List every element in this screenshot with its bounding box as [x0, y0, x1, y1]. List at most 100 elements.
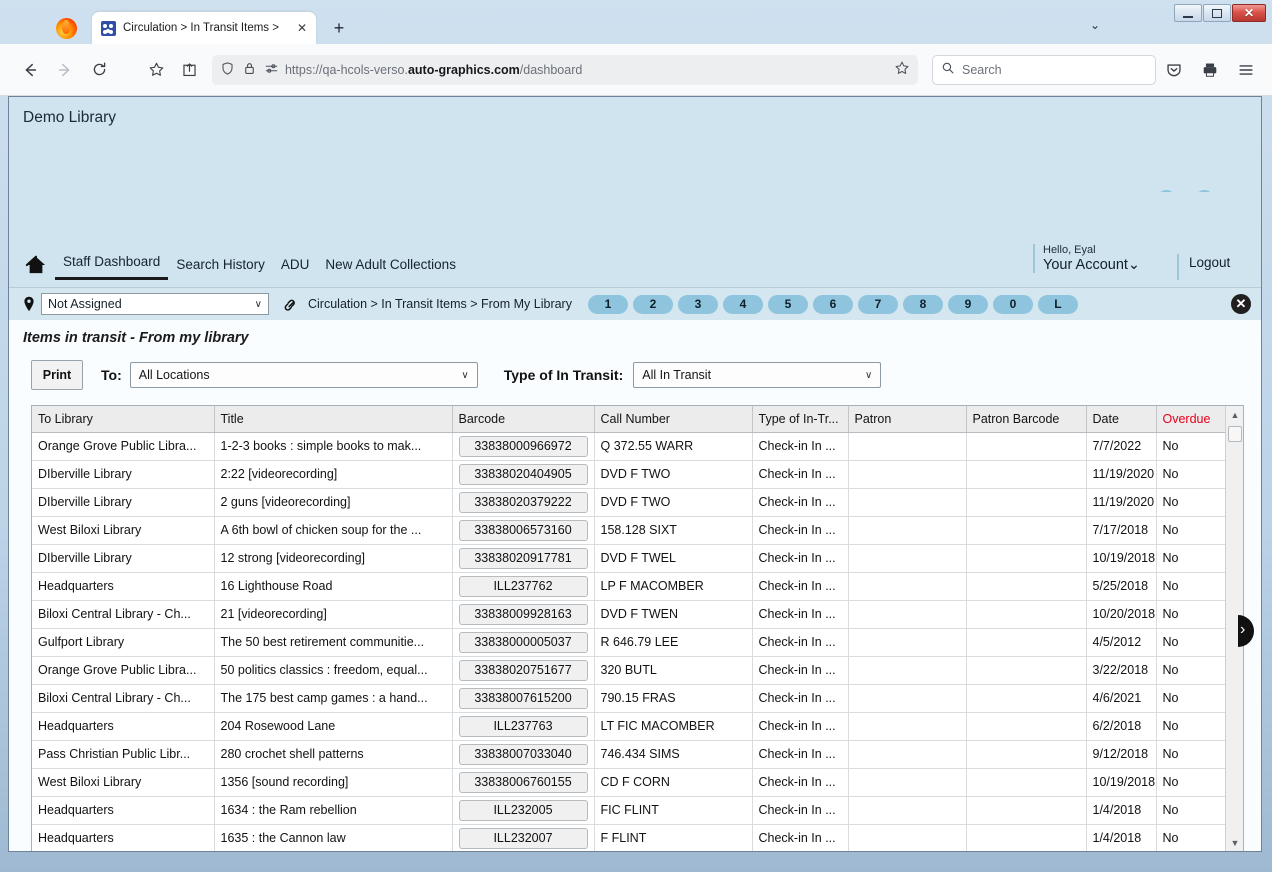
pill-0[interactable]: 0	[992, 294, 1033, 314]
url-bookmark-star-icon[interactable]	[894, 60, 910, 79]
scrollbar-thumb[interactable]	[1228, 426, 1242, 442]
type-of-in-transit-select[interactable]: All In Transit ∨	[633, 362, 882, 388]
barcode-chip[interactable]: ILL232007	[458, 827, 588, 849]
scroll-up-arrow-icon[interactable]: ▲	[1226, 406, 1243, 424]
cell-title: 1635 : the Cannon law	[214, 824, 453, 851]
close-icon[interactable]: ✕	[1231, 294, 1251, 314]
home-icon[interactable]	[23, 252, 49, 278]
logout-block[interactable]: Logout	[1177, 254, 1230, 280]
browser-tab[interactable]: Circulation > In Transit Items > ✕	[92, 12, 316, 44]
barcode-chip[interactable]: 33838020751677	[458, 659, 588, 681]
barcode-chip[interactable]: 33838009928163	[458, 603, 588, 625]
breadcrumb[interactable]: Circulation > In Transit Items > From My…	[308, 297, 572, 311]
col-to-library[interactable]: To Library	[32, 406, 215, 433]
print-icon[interactable]	[1195, 55, 1225, 85]
minimize-button[interactable]	[1174, 4, 1202, 22]
browser-search-bar[interactable]: Search	[931, 54, 1156, 85]
cell-type: Check-in In ...	[752, 516, 849, 545]
table-row[interactable]: Pass Christian Public Libr... 280 crochet…	[32, 740, 1227, 769]
pill-1[interactable]: 1	[587, 294, 628, 314]
permissions-icon[interactable]	[264, 61, 279, 79]
table-row[interactable]: West Biloxi Library 1356 [sound recording…	[32, 768, 1227, 797]
barcode-chip[interactable]: 33838020917781	[458, 547, 588, 569]
table-row[interactable]: Headquarters 204 Rosewood Lane ILL237763 LT…	[32, 712, 1227, 741]
close-window-button[interactable]: ✕	[1232, 4, 1266, 22]
to-location-select[interactable]: All Locations ∨	[129, 362, 478, 388]
table-row[interactable]: West Biloxi Library A 6th bowl of chicken…	[32, 516, 1227, 545]
pill-4[interactable]: 4	[722, 294, 763, 314]
back-icon[interactable]	[18, 55, 42, 85]
table-row[interactable]: Gulfport Library The 50 best retirement c…	[32, 628, 1227, 657]
url-bar[interactable]: https://qa-hcols-verso.auto-graphics.com…	[211, 54, 918, 85]
pocket-save-icon[interactable]	[1159, 55, 1189, 85]
col-patron[interactable]: Patron	[848, 406, 967, 433]
your-account-link[interactable]: Your Account⌄	[1043, 257, 1183, 273]
reload-icon[interactable]	[88, 55, 112, 85]
bookmark-star-icon[interactable]	[144, 55, 168, 85]
barcode-chip[interactable]: ILL232005	[458, 799, 588, 821]
list-all-tabs-icon[interactable]: ⌄	[1090, 18, 1100, 32]
nav-new-adult-collections[interactable]: New Adult Collections	[317, 257, 464, 280]
pill-l[interactable]: L	[1037, 294, 1078, 314]
cell-date: 5/25/2018	[1086, 572, 1157, 601]
table-row[interactable]: DIberville Library 12 strong [videorecord…	[32, 544, 1227, 573]
col-type-of-in-transit[interactable]: Type of In-Tr...	[752, 406, 849, 433]
cell-patron_barcode	[966, 796, 1087, 825]
cell-barcode: 33838006760155	[452, 768, 595, 797]
scroll-down-arrow-icon[interactable]: ▼	[1226, 834, 1243, 851]
content-area: Items in transit - From my library Print…	[9, 320, 1261, 851]
col-barcode[interactable]: Barcode	[452, 406, 595, 433]
col-call-number[interactable]: Call Number	[594, 406, 753, 433]
table-row[interactable]: Headquarters 1635 : the Cannon law ILL2320…	[32, 824, 1227, 851]
barcode-chip[interactable]: 33838006573160	[458, 519, 588, 541]
barcode-chip[interactable]: 33838000005037	[458, 631, 588, 653]
maximize-button[interactable]	[1203, 4, 1231, 22]
barcode-chip[interactable]: ILL237763	[458, 715, 588, 737]
account-block[interactable]: Hello, Eyal Your Account⌄	[1033, 244, 1183, 273]
assigned-select[interactable]: Not Assigned ∨	[41, 293, 269, 315]
nav-search-history[interactable]: Search History	[168, 257, 273, 280]
table-row[interactable]: Biloxi Central Library - Ch... The 175 be…	[32, 684, 1227, 713]
pill-3[interactable]: 3	[677, 294, 718, 314]
pill-6[interactable]: 6	[812, 294, 853, 314]
cell-call_number: LP F MACOMBER	[594, 572, 753, 601]
table-row[interactable]: Orange Grove Public Libra... 1-2-3 books …	[32, 432, 1227, 461]
table-row[interactable]: Biloxi Central Library - Ch... 21 [videor…	[32, 600, 1227, 629]
print-button[interactable]: Print	[31, 360, 83, 390]
col-overdue[interactable]: Overdue	[1156, 406, 1227, 433]
assigned-select-value: Not Assigned	[48, 297, 122, 311]
barcode-chip[interactable]: 33838020379222	[458, 491, 588, 513]
link-chain-icon[interactable]	[283, 297, 300, 312]
barcode-chip[interactable]: 33838000966972	[458, 435, 588, 457]
col-date[interactable]: Date	[1086, 406, 1157, 433]
pill-8[interactable]: 8	[902, 294, 943, 314]
col-title[interactable]: Title	[214, 406, 453, 433]
tab-close-icon[interactable]: ✕	[294, 20, 310, 36]
barcode-chip[interactable]: 33838007615200	[458, 687, 588, 709]
barcode-chip[interactable]: 33838020404905	[458, 463, 588, 485]
logout-link[interactable]: Logout	[1189, 255, 1230, 270]
nav-staff-dashboard[interactable]: Staff Dashboard	[55, 254, 169, 280]
pill-9[interactable]: 9	[947, 294, 988, 314]
table-row[interactable]: DIberville Library 2:22 [videorecording] 3…	[32, 460, 1227, 489]
barcode-chip[interactable]: 33838007033040	[458, 743, 588, 765]
pill-5[interactable]: 5	[767, 294, 808, 314]
pill-7[interactable]: 7	[857, 294, 898, 314]
cell-barcode: ILL237763	[452, 712, 595, 741]
new-tab-button[interactable]: +	[328, 17, 350, 39]
nav-adu[interactable]: ADU	[273, 257, 318, 280]
barcode-chip[interactable]: 33838006760155	[458, 771, 588, 793]
cell-to_library: Headquarters	[32, 572, 215, 601]
save-to-pocket-icon[interactable]	[177, 55, 201, 85]
type-of-in-transit-value: All In Transit	[642, 368, 712, 382]
cell-date: 1/4/2018	[1086, 824, 1157, 851]
table-row[interactable]: DIberville Library 2 guns [videorecording…	[32, 488, 1227, 517]
col-patron-barcode[interactable]: Patron Barcode	[966, 406, 1087, 433]
table-row[interactable]: Headquarters 16 Lighthouse Road ILL237762 L…	[32, 572, 1227, 601]
app-menu-icon[interactable]	[1231, 55, 1261, 85]
pill-2[interactable]: 2	[632, 294, 673, 314]
table-row[interactable]: Orange Grove Public Libra... 50 politics …	[32, 656, 1227, 685]
barcode-chip[interactable]: ILL237762	[458, 575, 588, 597]
tab-title: Circulation > In Transit Items >	[123, 22, 279, 34]
table-row[interactable]: Headquarters 1634 : the Ram rebellion ILL2…	[32, 796, 1227, 825]
